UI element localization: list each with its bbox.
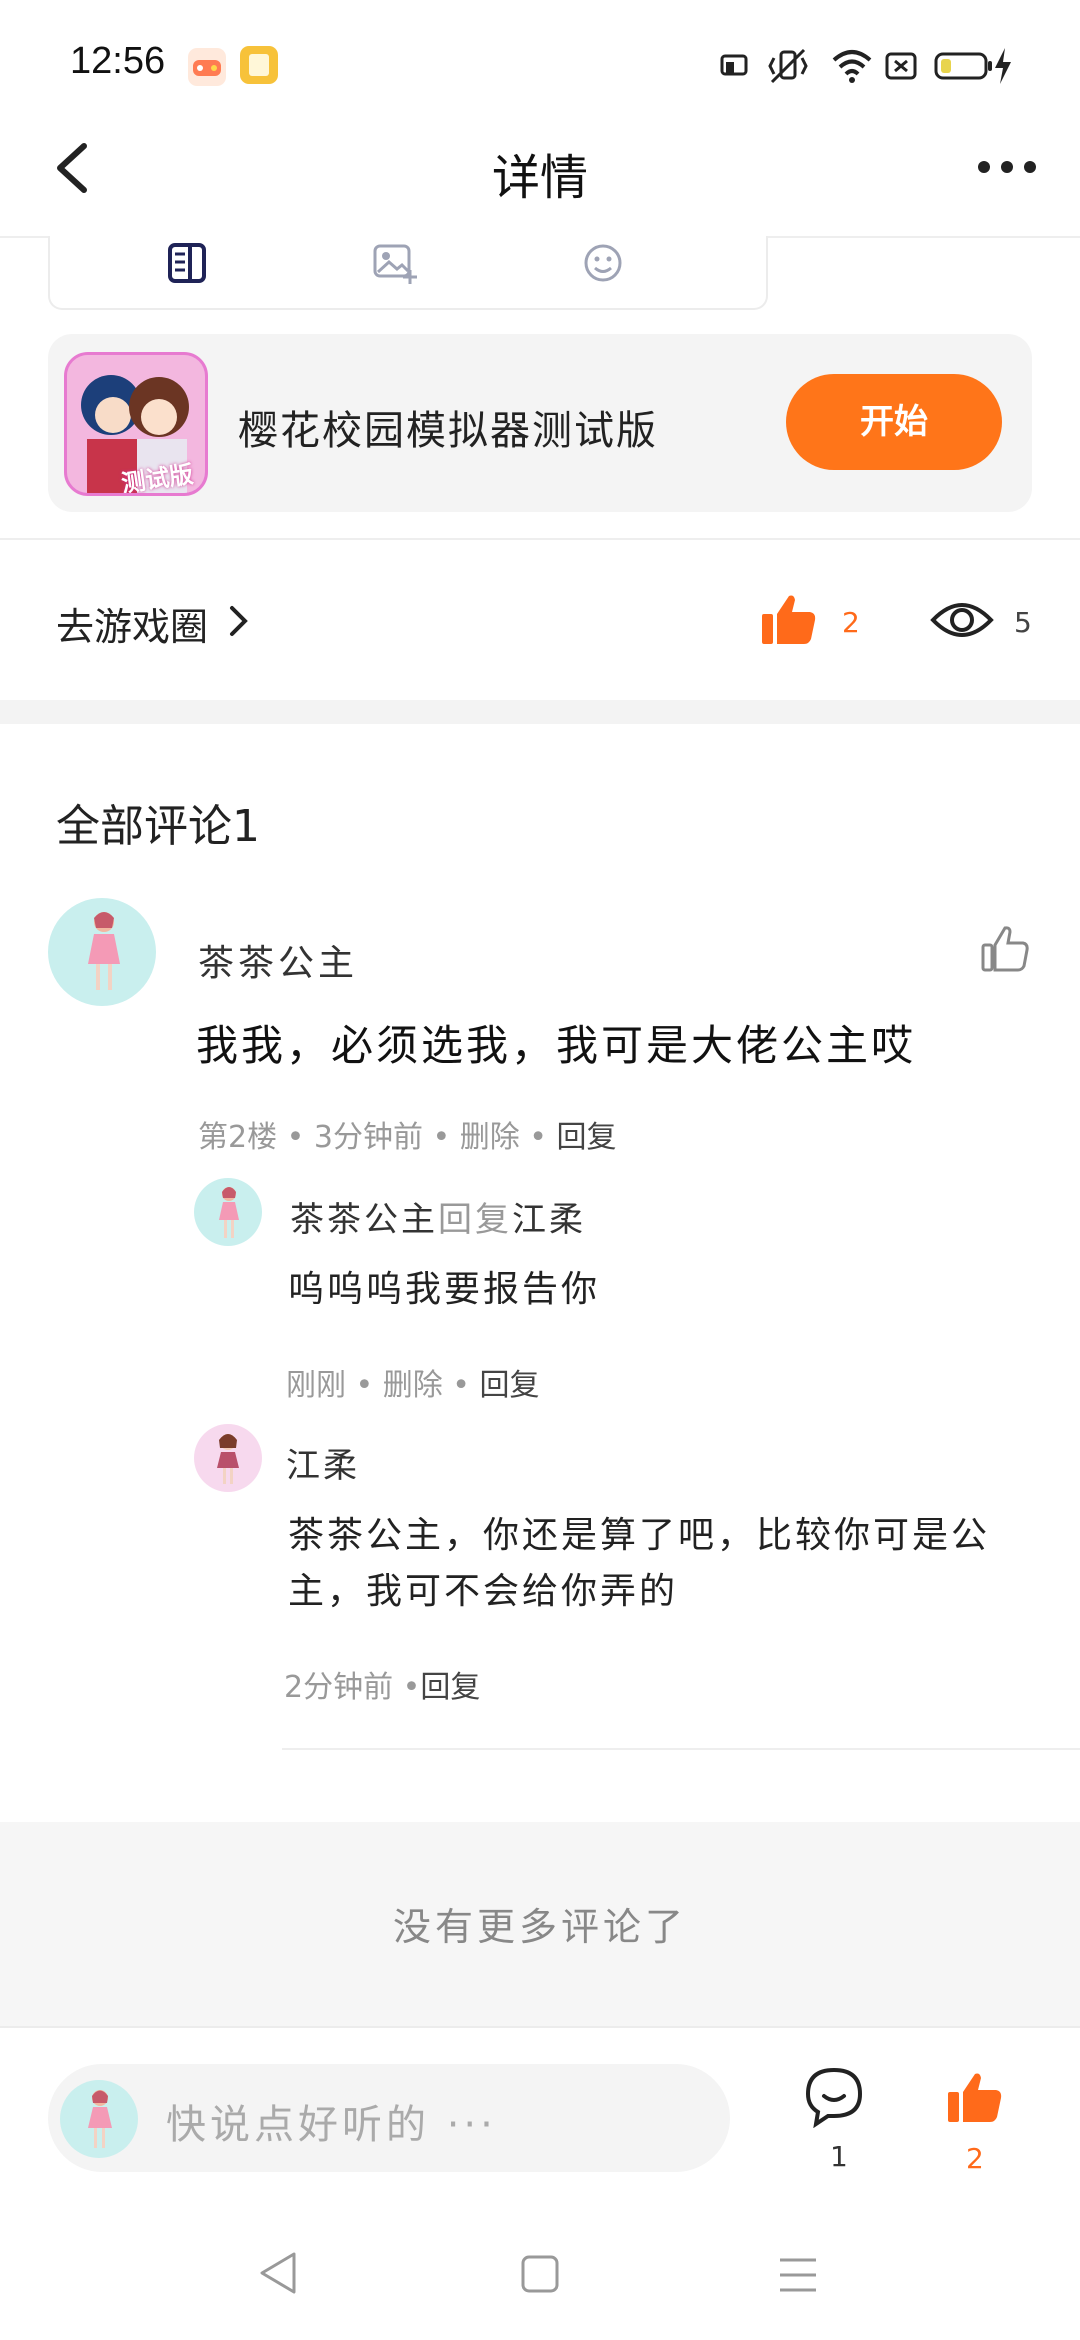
comment-input-placeholder: 快说点好听的 ··· <box>166 2102 497 2148</box>
charging-icon <box>992 46 1014 86</box>
eye-icon <box>930 594 994 646</box>
chevron-right-icon <box>228 604 250 638</box>
like-button[interactable] <box>760 592 818 646</box>
battery-icon <box>934 50 994 82</box>
section-divider <box>0 700 1080 724</box>
comments-title: 全部评论1 <box>56 801 260 852</box>
document-icon[interactable] <box>166 242 208 284</box>
reply-author[interactable]: 江柔 <box>286 1438 360 1487</box>
bottom-bar-divider <box>0 2026 1080 2028</box>
reply-author[interactable]: 茶茶公主 <box>290 1200 438 1240</box>
page-title: 详情 <box>491 150 588 206</box>
thumbs-up-outline-icon <box>981 926 1029 972</box>
reply-link[interactable]: 回复 <box>480 1368 540 1403</box>
like-count: 2 <box>842 606 860 639</box>
comment-like-button[interactable] <box>980 924 1030 974</box>
comment-meta-info: 第2楼 • 3分钟前 • 删除 • <box>198 1120 557 1155</box>
comment-meta: 第2楼 • 3分钟前 • 删除 • 回复 <box>198 1112 616 1156</box>
reply-target[interactable]: 江柔 <box>512 1200 586 1240</box>
notes-app-icon <box>240 46 278 84</box>
reply-text-line-2: 主，我可不会给你弄的 <box>288 1571 679 1612</box>
avatar[interactable] <box>194 1178 262 1246</box>
avatar[interactable] <box>194 1424 262 1492</box>
more-dots-icon <box>978 161 1036 173</box>
start-button[interactable]: 开始 <box>786 374 1002 470</box>
reply-link[interactable]: 回复 <box>556 1120 616 1155</box>
reply-divider <box>282 1748 1080 1750</box>
divider <box>0 538 1080 540</box>
bottom-like-button[interactable] <box>946 2070 1004 2124</box>
view-count: 5 <box>1014 606 1032 639</box>
vibrate-icon <box>764 46 812 86</box>
game-app-icon <box>188 48 226 86</box>
avatar[interactable] <box>48 898 156 1006</box>
reply-meta: 2分钟前 •回复 <box>284 1662 480 1706</box>
comment-bubble-icon <box>805 2067 863 2128</box>
reply-link[interactable]: 回复 <box>420 1670 480 1705</box>
no-more-text: 没有更多评论了 <box>392 1905 687 1949</box>
reply-meta: 刚刚 • 删除 • 回复 <box>286 1360 540 1404</box>
nav-back-button[interactable] <box>256 2250 300 2296</box>
sim-icon <box>884 50 918 82</box>
thumbs-up-icon <box>762 595 816 644</box>
game-thumbnail: 测试版 <box>64 352 208 496</box>
comment-button[interactable] <box>804 2066 864 2128</box>
reply-text-line-1: 茶茶公主，你还是算了吧，比较你可是公 <box>288 1515 991 1556</box>
bottom-like-count: 2 <box>966 2142 984 2175</box>
cast-icon <box>718 50 750 82</box>
avatar <box>60 2080 138 2158</box>
thumbs-up-icon <box>948 2073 1002 2122</box>
nav-recents-button[interactable] <box>778 2256 818 2294</box>
reply-word: 回复 <box>438 1200 512 1240</box>
wifi-icon <box>830 46 874 86</box>
game-name: 樱花校园模拟器测试版 <box>238 408 658 454</box>
image-add-icon[interactable] <box>372 242 418 286</box>
nav-home-button[interactable] <box>520 2254 560 2294</box>
reply-text: 呜呜呜我要报告你 <box>288 1269 601 1310</box>
emoji-icon[interactable] <box>582 242 624 284</box>
reply-meta-info: 2分钟前 • <box>284 1670 421 1705</box>
editor-toolbar <box>48 236 768 310</box>
reply-meta-info: 刚刚 • 删除 • <box>286 1368 480 1403</box>
comment-author[interactable]: 茶茶公主 <box>198 934 358 986</box>
nav-home-icon <box>521 2255 559 2293</box>
nav-back-icon <box>260 2252 296 2294</box>
nav-menu-icon <box>780 2258 816 2292</box>
reply-author-line: 茶茶公主回复江柔 <box>290 1192 586 1241</box>
game-circle-link[interactable]: 去游戏圈 <box>56 596 208 651</box>
comment-text: 我我，必须选我，我可是大佬公主哎 <box>196 1021 917 1070</box>
more-button[interactable] <box>974 152 1040 182</box>
status-time: 12:56 <box>70 40 166 82</box>
game-card[interactable]: 测试版 樱花校园模拟器测试版 开始 <box>48 334 1032 512</box>
game-circle-link-label: 去游戏圈 <box>56 605 209 649</box>
comment-count: 1 <box>830 2140 848 2173</box>
